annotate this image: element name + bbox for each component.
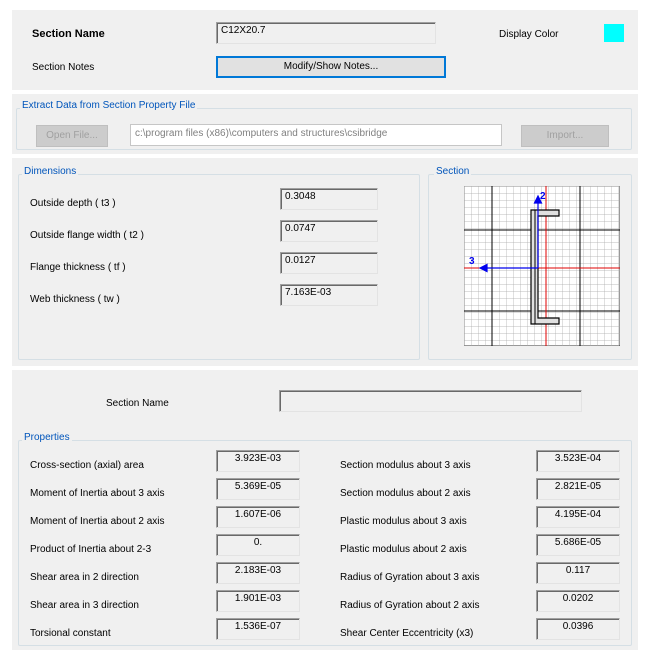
properties-section-name-field[interactable] [279,390,582,412]
property-label: Shear area in 3 direction [30,600,139,611]
section-preview-title: Section [434,166,472,177]
display-color-label: Display Color [499,29,559,40]
property-label: Section modulus about 2 axis [340,488,471,499]
dimension-value[interactable]: 0.0747 [280,220,378,242]
property-value[interactable]: 5.369E-05 [216,478,300,500]
property-label: Radius of Gyration about 2 axis [340,600,480,611]
property-value[interactable]: 5.686E-05 [536,534,620,556]
dimension-label: Outside flange width ( t2 ) [30,230,144,241]
property-value[interactable]: 1.901E-03 [216,590,300,612]
property-label: Plastic modulus about 3 axis [340,516,467,527]
property-value[interactable]: 1.536E-07 [216,618,300,640]
extract-title: Extract Data from Section Property File [20,100,198,111]
open-file-button[interactable]: Open File... [36,125,108,147]
properties-section-name-label: Section Name [106,398,169,409]
property-value[interactable]: 1.607E-06 [216,506,300,528]
axis-2-label: 2 [540,191,546,202]
dimension-label: Flange thickness ( tf ) [30,262,126,273]
property-value[interactable]: 0.0202 [536,590,620,612]
property-label: Cross-section (axial) area [30,460,144,471]
section-preview-canvas: 2 3 [464,186,620,346]
section-name-label: Section Name [32,28,105,40]
properties-title: Properties [22,432,72,443]
property-value[interactable]: 0.0396 [536,618,620,640]
property-value[interactable]: 3.923E-03 [216,450,300,472]
modify-notes-button[interactable]: Modify/Show Notes... [216,56,446,78]
property-label: Shear Center Eccentricity (x3) [340,628,474,639]
property-value[interactable]: 3.523E-04 [536,450,620,472]
property-label: Radius of Gyration about 3 axis [340,572,480,583]
dimension-value[interactable]: 7.163E-03 [280,284,378,306]
dimension-value[interactable]: 0.3048 [280,188,378,210]
dimension-value[interactable]: 0.0127 [280,252,378,274]
display-color-swatch[interactable] [604,24,624,42]
axis-3-label: 3 [469,256,475,267]
property-value[interactable]: 2.183E-03 [216,562,300,584]
property-label: Torsional constant [30,628,111,639]
property-value[interactable]: 0. [216,534,300,556]
property-value[interactable]: 4.195E-04 [536,506,620,528]
file-path-field[interactable]: c:\program files (x86)\computers and str… [130,124,502,146]
property-label: Product of Inertia about 2-3 [30,544,152,555]
import-button[interactable]: Import... [521,125,609,147]
dimension-label: Web thickness ( tw ) [30,294,120,305]
property-label: Shear area in 2 direction [30,572,139,583]
section-notes-label: Section Notes [32,62,95,73]
dimensions-title: Dimensions [22,166,79,177]
property-label: Moment of Inertia about 2 axis [30,516,165,527]
property-label: Moment of Inertia about 3 axis [30,488,165,499]
property-value[interactable]: 2.821E-05 [536,478,620,500]
property-label: Section modulus about 3 axis [340,460,471,471]
property-label: Plastic modulus about 2 axis [340,544,467,555]
section-name-field[interactable]: C12X20.7 [216,22,436,44]
dimension-label: Outside depth ( t3 ) [30,198,116,209]
property-value[interactable]: 0.117 [536,562,620,584]
